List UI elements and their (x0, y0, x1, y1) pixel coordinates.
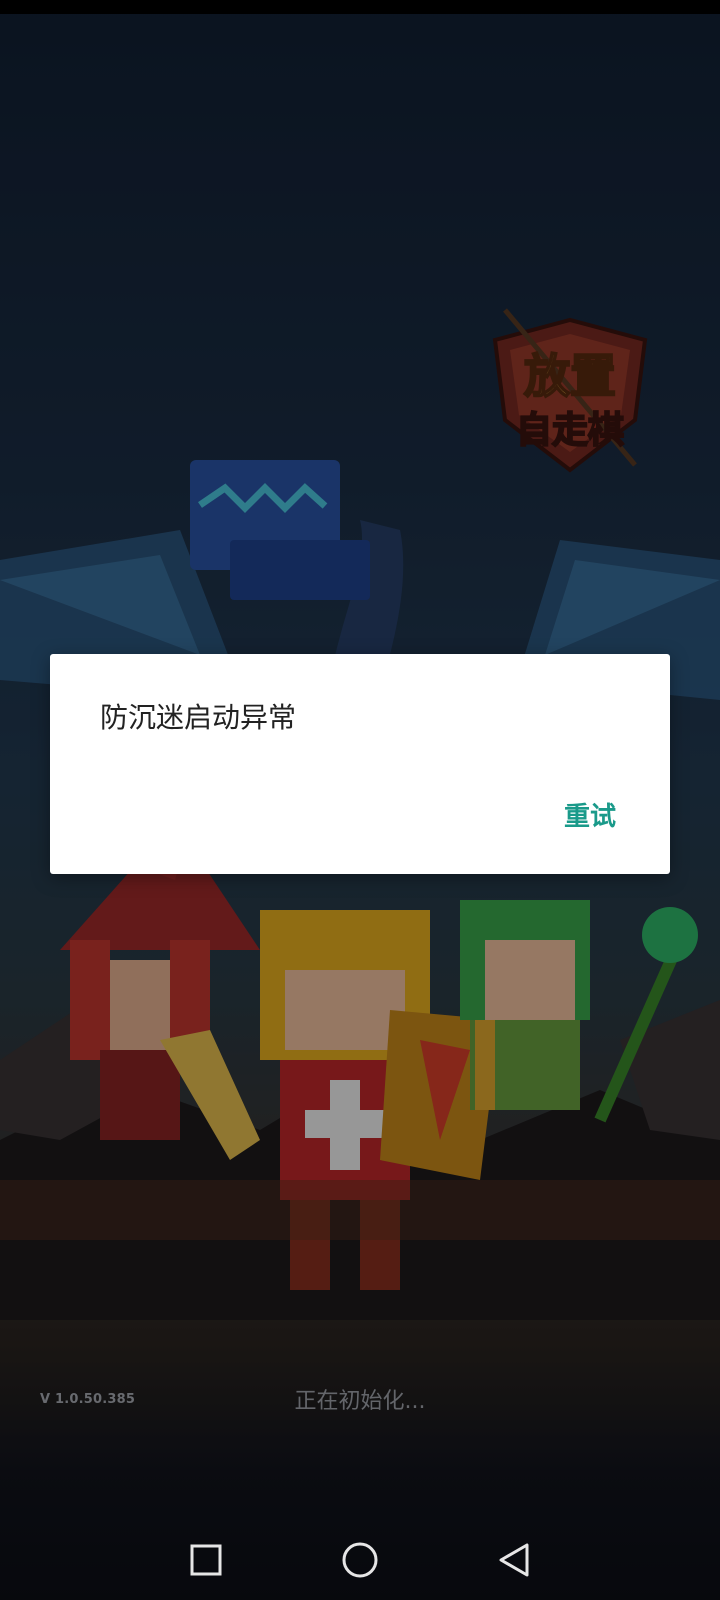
recents-button[interactable] (166, 1520, 246, 1600)
retry-button[interactable]: 重试 (560, 794, 620, 835)
triangle-back-icon (499, 1543, 529, 1577)
home-button[interactable] (320, 1520, 400, 1600)
circle-icon (342, 1542, 378, 1578)
back-button[interactable] (474, 1520, 554, 1600)
game-loading-screen: 放置 自走棋 V 1.0.50.385 正在初始化... 防沉迷启动异常 重试 (0, 0, 720, 1600)
status-bar (0, 0, 720, 14)
dialog-message: 防沉迷启动异常 (100, 701, 297, 734)
error-dialog: 防沉迷启动异常 重试 (50, 654, 670, 874)
system-nav-bar (0, 1520, 720, 1600)
square-icon (190, 1544, 222, 1576)
